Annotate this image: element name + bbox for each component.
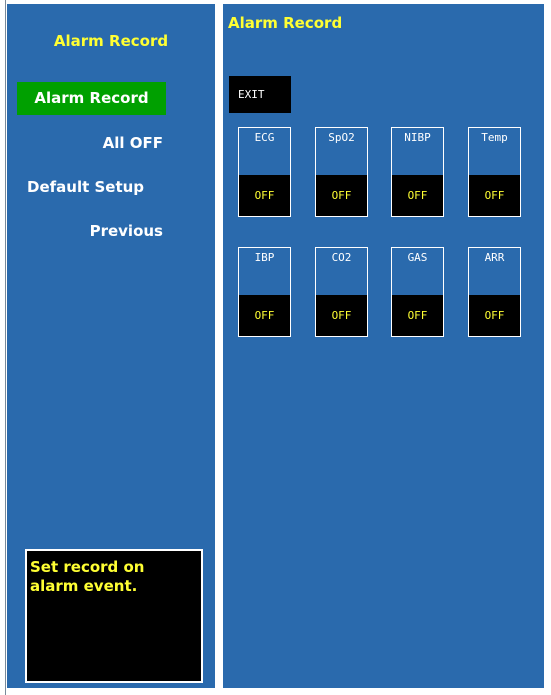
tile-value-co2: OFF [316,295,367,336]
menu-item-all-off[interactable]: All OFF [103,134,163,152]
tile-label-ecg: ECG [254,131,275,144]
main-panel: Alarm Record EXIT ECG OFF SpO2 OFF NIBP … [223,4,544,688]
tile-value-arr: OFF [469,295,520,336]
tile-nibp[interactable]: NIBP OFF [391,127,444,217]
tile-label-spo2: SpO2 [328,131,355,144]
tile-arr[interactable]: ARR OFF [468,247,521,337]
panel-divider [216,4,222,688]
tile-label-ibp: IBP [254,251,275,264]
tile-label-nibp: NIBP [404,131,431,144]
sidebar-title: Alarm Record [53,32,169,50]
menu-item-alarm-record[interactable]: Alarm Record [17,82,166,115]
exit-button[interactable]: EXIT [229,76,291,113]
tile-co2[interactable]: CO2 OFF [315,247,368,337]
page-title: Alarm Record [228,14,343,32]
tile-value-ibp: OFF [239,295,290,336]
tile-value-spo2: OFF [316,175,367,216]
help-text: Set record on alarm event. [30,558,145,595]
tile-label-temp: Temp [481,131,508,144]
tile-temp[interactable]: Temp OFF [468,127,521,217]
tile-label-co2: CO2 [331,251,352,264]
outer-frame-left-line [5,0,6,695]
tile-label-gas: GAS [407,251,428,264]
tile-label-arr: ARR [484,251,505,264]
tile-value-ecg: OFF [239,175,290,216]
menu-item-default-setup[interactable]: Default Setup [27,178,144,196]
tile-ecg[interactable]: ECG OFF [238,127,291,217]
tile-gas[interactable]: GAS OFF [391,247,444,337]
menu-item-previous[interactable]: Previous [90,222,163,240]
tile-ibp[interactable]: IBP OFF [238,247,291,337]
sidebar-panel: Alarm Record Alarm Record All OFF Defaul… [7,4,215,688]
help-text-box: Set record on alarm event. [25,549,203,683]
tile-value-nibp: OFF [392,175,443,216]
tile-spo2[interactable]: SpO2 OFF [315,127,368,217]
tile-value-temp: OFF [469,175,520,216]
tile-value-gas: OFF [392,295,443,336]
